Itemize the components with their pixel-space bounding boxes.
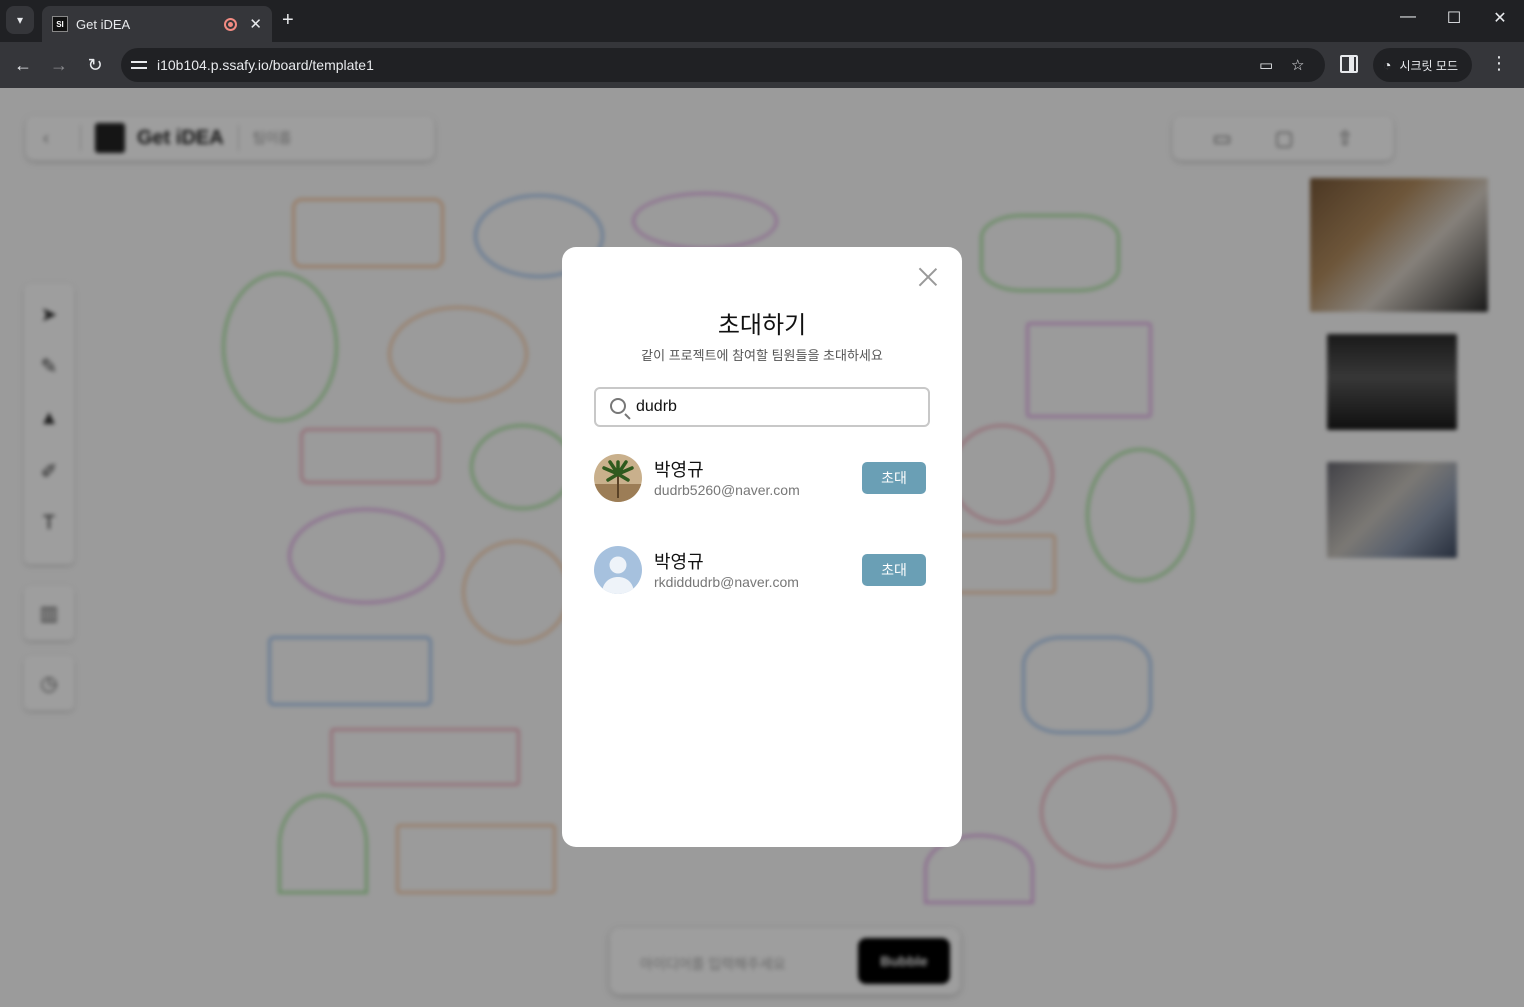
new-tab-icon[interactable]: + (282, 9, 294, 32)
user-name: 박영규 (654, 460, 704, 480)
site-favicon-icon: SI (52, 16, 68, 32)
user-name: 박영규 (654, 552, 704, 572)
tab-get-idea[interactable]: SI Get iDEA ✕ (42, 6, 272, 42)
invite-button[interactable]: 초대 (862, 462, 926, 494)
invite-button[interactable]: 초대 (862, 554, 926, 586)
reload-icon[interactable]: ↻ (83, 53, 107, 77)
forward-icon[interactable]: → (47, 53, 71, 77)
recording-indicator-icon (224, 17, 238, 31)
user-result-item: 박영규 dudrb5260@naver.com 초대 (594, 454, 930, 504)
maximize-icon[interactable]: ☐ (1439, 8, 1469, 28)
search-input[interactable] (636, 395, 916, 419)
incognito-button[interactable]: ◔ 시크릿 모드 (1373, 48, 1473, 82)
tab-strip: ▾ SI Get iDEA ✕ + — ☐ ✕ (0, 0, 1524, 42)
back-icon[interactable]: ← (11, 53, 35, 77)
address-bar[interactable]: i10b104.p.ssafy.io/board/template1 ▭ ☆ (121, 48, 1325, 82)
avatar (594, 546, 642, 594)
close-icon[interactable] (916, 265, 940, 289)
user-search-field[interactable] (594, 387, 930, 427)
tab-search-icon[interactable]: ▾ (6, 6, 34, 34)
user-result-item: 박영규 rkdiddudrb@naver.com 초대 (594, 546, 930, 596)
browser-toolbar: ← → ↻ i10b104.p.ssafy.io/board/template1… (0, 42, 1524, 88)
camera-icon[interactable]: ▭ (1259, 56, 1273, 74)
modal-title: 초대하기 (717, 312, 807, 339)
invite-modal: 초대하기 같이 프로젝트에 참여할 팀원들을 초대하세요 박영규 dudrb52… (562, 247, 962, 847)
incognito-label: 시크릿 모드 (1399, 58, 1459, 73)
user-email: dudrb5260@naver.com (654, 482, 800, 498)
search-icon (610, 398, 626, 414)
site-info-icon[interactable] (131, 58, 147, 72)
menu-icon[interactable]: ⋮ (1490, 53, 1508, 74)
bookmark-star-icon[interactable]: ☆ (1291, 56, 1304, 74)
tab-close-icon[interactable]: ✕ (249, 15, 262, 33)
board-page: ‹ Get iDEA 팀이름 ▭ ▢ ⇧ ➤ ✎ ▲ ✐ T ▥ ◷ 아이디어를… (0, 88, 1524, 1007)
side-panel-icon[interactable] (1340, 55, 1358, 73)
window-close-icon[interactable]: ✕ (1485, 8, 1515, 28)
incognito-icon: ◔ (1383, 57, 1392, 73)
url-text: i10b104.p.ssafy.io/board/template1 (157, 57, 374, 73)
minimize-icon[interactable]: — (1393, 8, 1423, 26)
avatar (594, 454, 642, 502)
modal-description: 같이 프로젝트에 참여할 팀원들을 초대하세요 (641, 348, 883, 363)
tab-title: Get iDEA (76, 16, 131, 32)
user-email: rkdiddudrb@naver.com (654, 574, 799, 590)
